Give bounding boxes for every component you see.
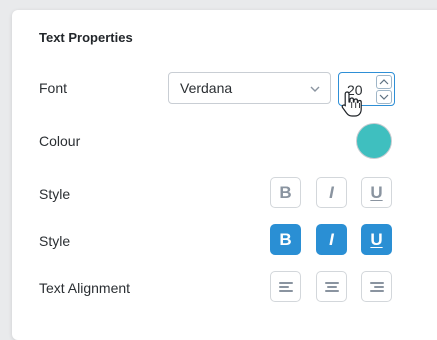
colour-swatch[interactable] <box>356 123 392 159</box>
colour-label: Colour <box>39 133 81 149</box>
underline-button-active[interactable]: U <box>361 224 392 255</box>
italic-button[interactable]: I <box>316 177 347 208</box>
font-select-value: Verdana <box>180 80 233 96</box>
align-right-icon <box>369 281 384 292</box>
bold-glyph: B <box>279 182 292 202</box>
align-center-icon <box>324 281 339 292</box>
underline-glyph: U <box>370 182 383 202</box>
underline-glyph: U <box>370 229 383 249</box>
font-label: Font <box>39 80 68 96</box>
panel-title: Text Properties <box>39 30 133 45</box>
italic-button-active[interactable]: I <box>316 224 347 255</box>
align-right-button[interactable] <box>361 271 392 302</box>
style-label-active: Style <box>39 233 71 249</box>
decrement-button[interactable] <box>376 90 392 104</box>
underline-button[interactable]: U <box>361 177 392 208</box>
bold-glyph: B <box>279 229 292 249</box>
align-left-button[interactable] <box>270 271 301 302</box>
bold-button[interactable]: B <box>270 177 301 208</box>
chevron-down-icon <box>310 86 320 92</box>
align-center-button[interactable] <box>316 271 347 302</box>
bold-button-active[interactable]: B <box>270 224 301 255</box>
increment-button[interactable] <box>376 75 392 89</box>
italic-glyph: I <box>329 182 334 202</box>
italic-glyph: I <box>329 229 334 249</box>
font-select[interactable]: Verdana <box>168 72 331 104</box>
hand-pointer-cursor-icon <box>341 91 362 117</box>
text-alignment-label: Text Alignment <box>39 280 131 296</box>
style-label: Style <box>39 186 71 202</box>
chevron-up-icon <box>379 79 389 85</box>
align-left-icon <box>278 281 293 292</box>
chevron-down-icon <box>379 94 389 100</box>
